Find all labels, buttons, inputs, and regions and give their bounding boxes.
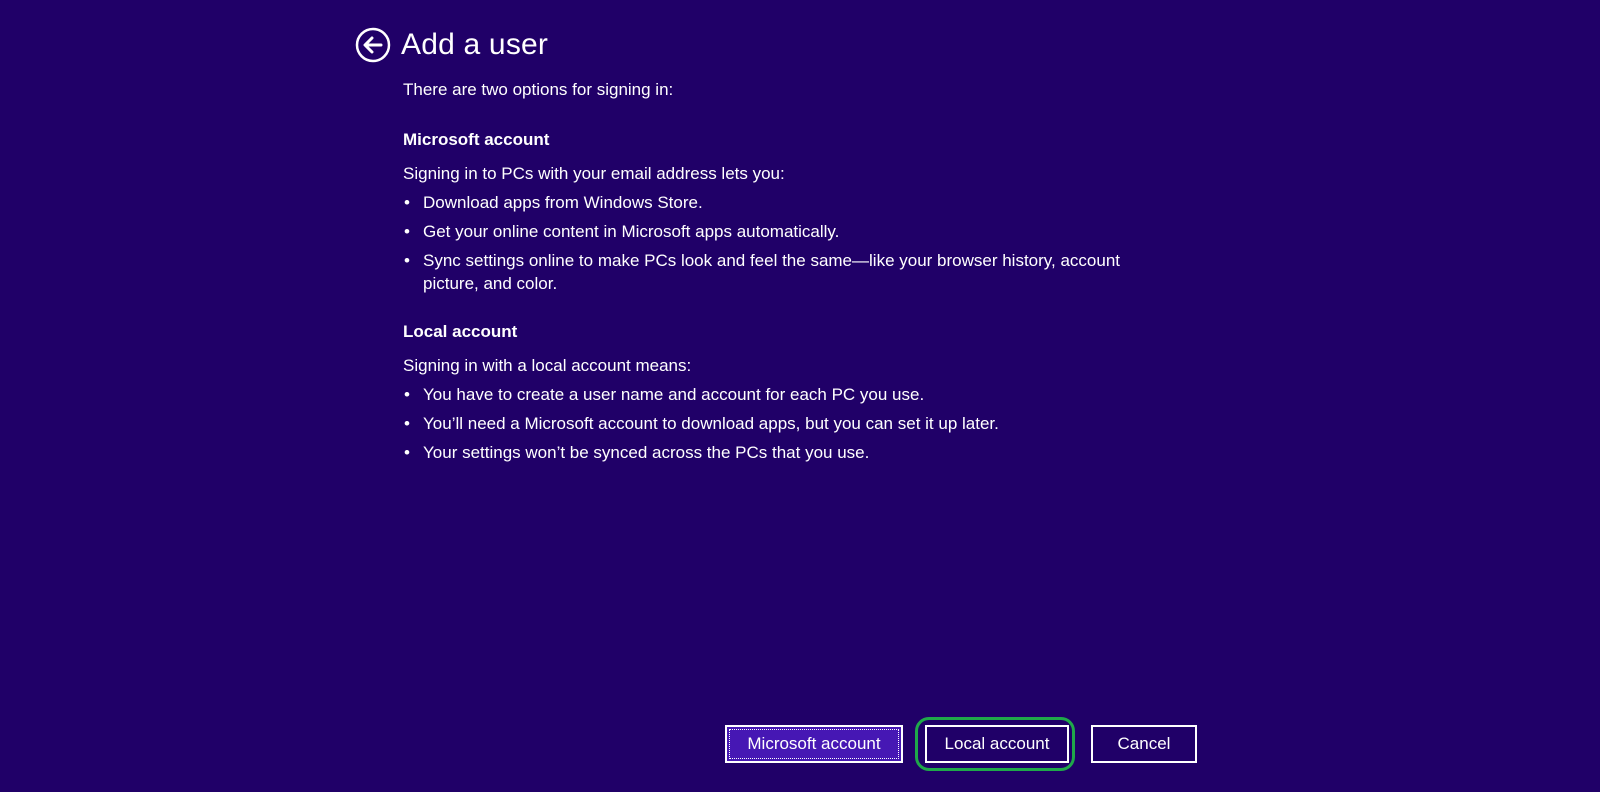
- local-account-button[interactable]: Local account: [925, 725, 1069, 763]
- local-account-heading: Local account: [403, 322, 518, 341]
- cancel-button[interactable]: Cancel: [1091, 725, 1197, 763]
- add-user-page: Add a user There are two options for sig…: [0, 0, 1600, 792]
- microsoft-account-intro: Signing in to PCs with your email addres…: [403, 164, 785, 183]
- list-item: Get your online content in Microsoft app…: [403, 220, 1163, 243]
- page-title: Add a user: [401, 28, 549, 61]
- list-item: You’ll need a Microsoft account to downl…: [403, 412, 1163, 435]
- list-item: Your settings won’t be synced across the…: [403, 441, 1163, 464]
- action-buttons: Microsoft account Local account Cancel: [0, 717, 1600, 771]
- local-account-section: Local account Signing in with a local ac…: [403, 320, 1163, 464]
- list-item: Sync settings online to make PCs look an…: [403, 249, 1163, 295]
- sign-in-options-content: There are two options for signing in: Mi…: [403, 78, 1163, 470]
- microsoft-account-section: Microsoft account Signing in to PCs with…: [403, 128, 1163, 295]
- list-item: Download apps from Windows Store.: [403, 191, 1163, 214]
- back-arrow-circle-icon[interactable]: [355, 27, 391, 63]
- page-header: Add a user: [355, 25, 548, 65]
- list-item: You have to create a user name and accou…: [403, 383, 1163, 406]
- microsoft-account-button[interactable]: Microsoft account: [725, 725, 903, 763]
- local-account-details-list: You have to create a user name and accou…: [403, 383, 1163, 464]
- intro-text: There are two options for signing in:: [403, 80, 674, 99]
- microsoft-account-heading: Microsoft account: [403, 130, 550, 149]
- microsoft-account-benefits-list: Download apps from Windows Store. Get yo…: [403, 191, 1163, 295]
- local-account-intro: Signing in with a local account means:: [403, 356, 692, 375]
